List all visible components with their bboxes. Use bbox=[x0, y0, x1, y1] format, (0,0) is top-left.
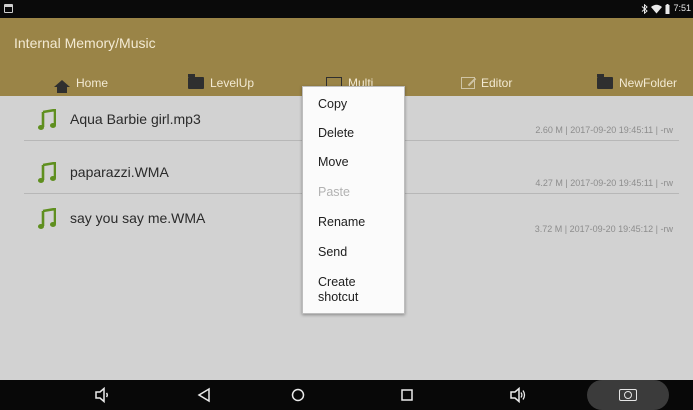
bluetooth-icon bbox=[642, 3, 649, 14]
back-icon[interactable] bbox=[195, 387, 213, 403]
wifi-icon bbox=[651, 4, 663, 13]
edit-icon bbox=[461, 77, 475, 89]
status-icons: 7:51 bbox=[641, 3, 691, 14]
home-button[interactable]: Home bbox=[54, 73, 108, 93]
music-note-icon bbox=[38, 208, 56, 229]
menu-item-move[interactable]: Move bbox=[318, 155, 349, 170]
new-folder-button[interactable]: NewFolder bbox=[597, 73, 677, 93]
screenshot-icon bbox=[619, 389, 637, 401]
menu-item-send[interactable]: Send bbox=[318, 245, 347, 260]
file-meta: 4.27 M | 2017-09-20 19:45:11 | -rw bbox=[535, 178, 673, 188]
levelup-button[interactable]: LevelUp bbox=[188, 73, 254, 93]
app-header: Internal Memory/Music Home LevelUp Multi… bbox=[0, 18, 693, 96]
editor-button-label: Editor bbox=[481, 76, 513, 90]
recents-icon[interactable] bbox=[398, 387, 416, 403]
volume-up-icon[interactable] bbox=[509, 387, 527, 403]
menu-item-create-shortcut[interactable]: Create shotcut bbox=[318, 275, 358, 305]
context-menu: Copy Delete Move Paste Rename Send Creat… bbox=[302, 86, 405, 314]
menu-item-copy[interactable]: Copy bbox=[318, 97, 347, 112]
file-meta: 2.60 M | 2017-09-20 19:45:11 | -rw bbox=[535, 125, 673, 135]
music-note-icon bbox=[38, 109, 56, 130]
file-name: say you say me.WMA bbox=[70, 210, 206, 226]
file-name: Aqua Barbie girl.mp3 bbox=[70, 111, 201, 127]
home-icon bbox=[54, 80, 70, 93]
volume-down-icon[interactable] bbox=[93, 387, 111, 403]
menu-item-paste: Paste bbox=[318, 185, 350, 199]
status-bar: 7:51 bbox=[0, 0, 693, 18]
notification-icon bbox=[4, 4, 13, 13]
home-button-label: Home bbox=[76, 76, 109, 90]
current-path: Internal Memory/Music bbox=[14, 35, 156, 51]
battery-icon bbox=[665, 3, 670, 14]
editor-button[interactable]: Editor bbox=[461, 73, 512, 93]
navigation-bar bbox=[0, 380, 693, 410]
music-note-icon bbox=[38, 162, 56, 183]
levelup-button-label: LevelUp bbox=[210, 76, 255, 90]
home-circle-icon[interactable] bbox=[289, 387, 307, 403]
status-time: 7:51 bbox=[673, 3, 691, 13]
file-meta: 3.72 M | 2017-09-20 19:45:12 | -rw bbox=[534, 224, 673, 234]
screenshot-button[interactable] bbox=[587, 380, 669, 410]
folder-up-icon bbox=[188, 74, 204, 89]
new-folder-button-label: NewFolder bbox=[619, 76, 678, 90]
menu-item-rename[interactable]: Rename bbox=[318, 215, 365, 230]
new-folder-icon bbox=[597, 74, 613, 89]
file-name: paparazzi.WMA bbox=[70, 164, 169, 180]
menu-item-delete[interactable]: Delete bbox=[318, 126, 354, 141]
